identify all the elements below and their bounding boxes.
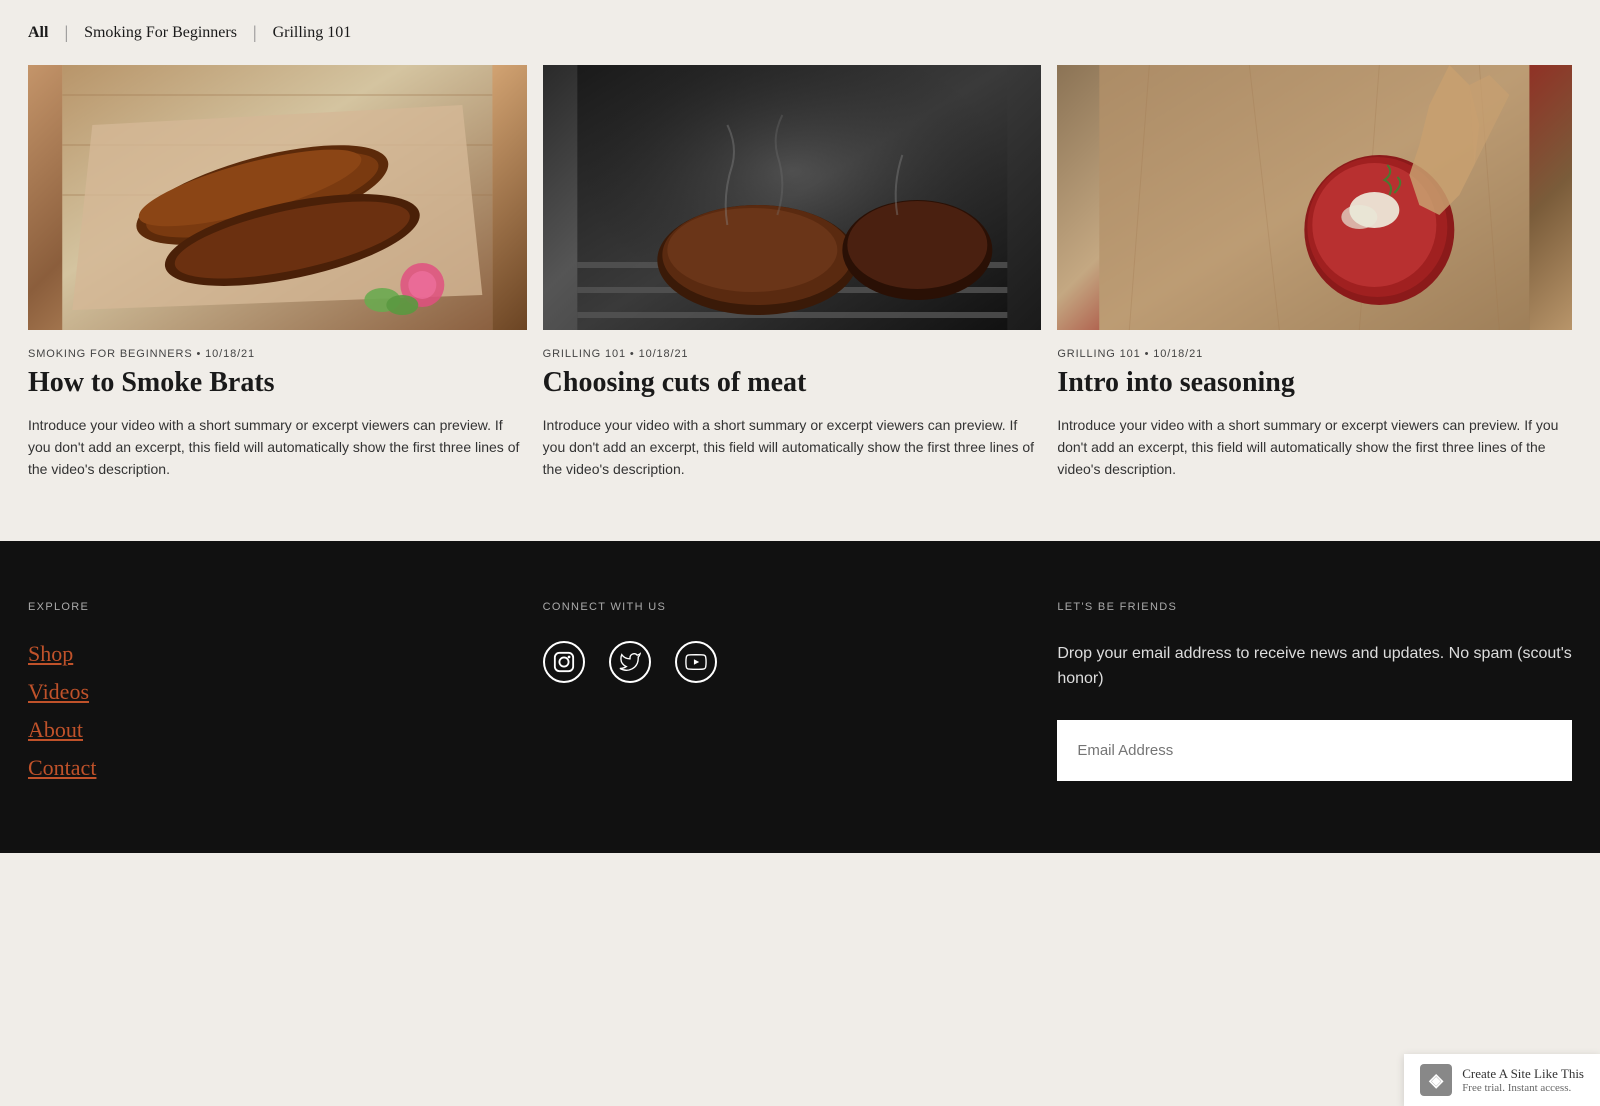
card-1[interactable]: SMOKING FOR BEGINNERS • 10/18/21 How to … (28, 65, 543, 481)
social-icons (543, 641, 1058, 683)
card-2[interactable]: GRILLING 101 • 10/18/21 Choosing cuts of… (543, 65, 1058, 481)
filter-bar: All | Smoking For Beginners | Grilling 1… (0, 0, 1600, 65)
card-3[interactable]: GRILLING 101 • 10/18/21 Intro into seaso… (1057, 65, 1572, 481)
connect-title: CONNECT WITH US (543, 601, 1058, 613)
twitter-icon[interactable] (609, 641, 651, 683)
nav-shop[interactable]: Shop (28, 641, 543, 667)
card-2-title[interactable]: Choosing cuts of meat (543, 366, 1042, 400)
card-1-image (28, 65, 527, 330)
sqsp-badge-sub: Free trial. Instant access. (1462, 1082, 1584, 1094)
card-1-excerpt: Introduce your video with a short summar… (28, 414, 527, 481)
sqsp-badge-main: Create A Site Like This (1462, 1066, 1584, 1082)
sqsp-badge[interactable]: ◈ Create A Site Like This Free trial. In… (1404, 1054, 1600, 1106)
sqsp-badge-text: Create A Site Like This Free trial. Inst… (1462, 1066, 1584, 1094)
sqsp-logo: ◈ (1420, 1064, 1452, 1096)
card-2-excerpt: Introduce your video with a short summar… (543, 414, 1042, 481)
card-1-title[interactable]: How to Smoke Brats (28, 366, 527, 400)
footer-connect: CONNECT WITH US (543, 601, 1058, 793)
footer-explore: EXPLORE Shop Videos About Contact (28, 601, 543, 793)
card-1-meta: SMOKING FOR BEGINNERS • 10/18/21 (28, 348, 527, 360)
friends-description: Drop your email address to receive news … (1057, 641, 1572, 692)
youtube-icon[interactable] (675, 641, 717, 683)
filter-all[interactable]: All (28, 24, 48, 42)
footer-friends: LET'S BE FRIENDS Drop your email address… (1057, 601, 1572, 793)
nav-about[interactable]: About (28, 717, 543, 743)
friends-title: LET'S BE FRIENDS (1057, 601, 1572, 613)
filter-sep-2: | (253, 22, 257, 43)
card-3-image (1057, 65, 1572, 330)
card-3-meta: GRILLING 101 • 10/18/21 (1057, 348, 1572, 360)
filter-sep-1: | (64, 22, 68, 43)
nav-contact[interactable]: Contact (28, 755, 543, 781)
nav-videos[interactable]: Videos (28, 679, 543, 705)
card-2-meta: GRILLING 101 • 10/18/21 (543, 348, 1042, 360)
instagram-icon[interactable] (543, 641, 585, 683)
filter-grilling[interactable]: Grilling 101 (273, 24, 352, 42)
card-3-excerpt: Introduce your video with a short summar… (1057, 414, 1572, 481)
card-2-image (543, 65, 1042, 330)
explore-title: EXPLORE (28, 601, 543, 613)
card-3-title[interactable]: Intro into seasoning (1057, 366, 1572, 400)
cards-grid: SMOKING FOR BEGINNERS • 10/18/21 How to … (0, 65, 1600, 541)
footer: EXPLORE Shop Videos About Contact CONNEC… (0, 541, 1600, 853)
email-input[interactable] (1057, 720, 1572, 781)
filter-smoking[interactable]: Smoking For Beginners (84, 24, 237, 42)
